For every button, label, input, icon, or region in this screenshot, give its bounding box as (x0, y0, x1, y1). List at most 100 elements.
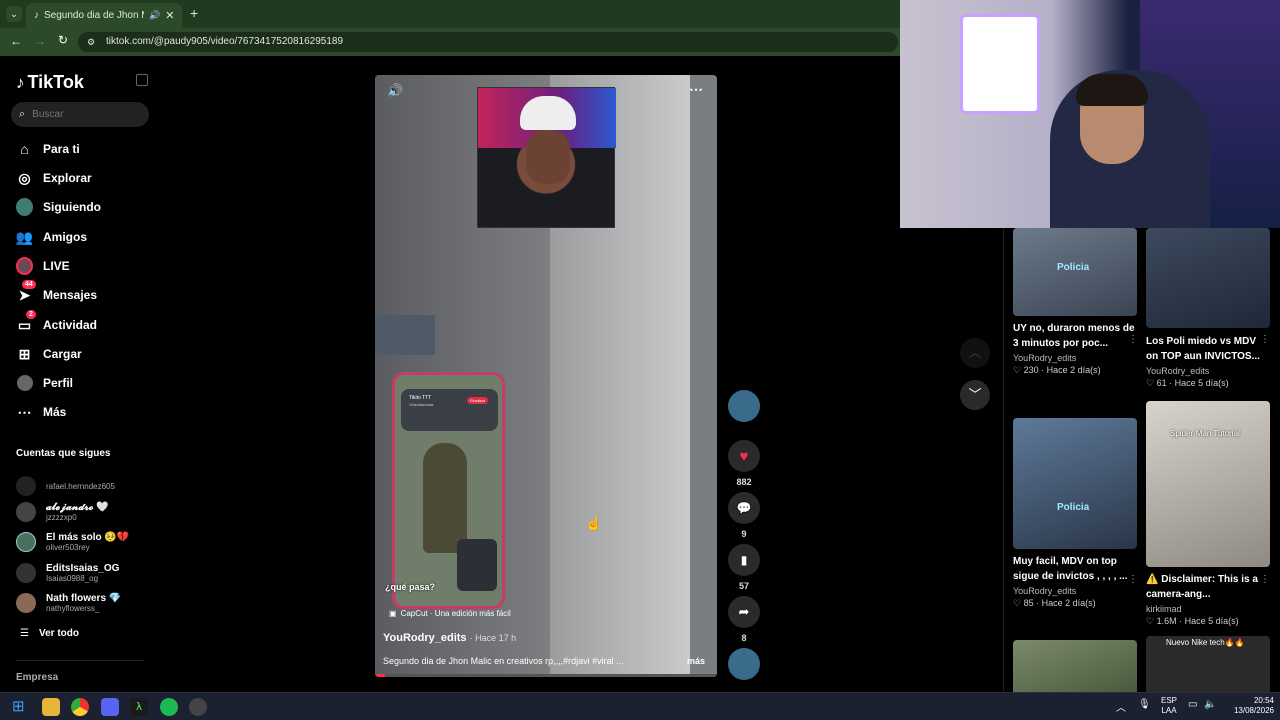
nav-siguiendo[interactable]: Siguiendo (16, 196, 101, 218)
nav-actividad[interactable]: ▭ 2 Actividad (16, 309, 97, 336)
related-video-card[interactable]: Los Poli miedo vs MDV on TOP aun INVICTO… (1146, 228, 1270, 389)
next-video-button[interactable]: ﹀ (960, 380, 990, 410)
activity-badge: 2 (26, 309, 36, 319)
followed-account[interactable]: El más solo 🥺💔 oliver503rey (16, 532, 129, 552)
profile-icon (16, 375, 33, 392)
like-count: 882 (736, 477, 752, 487)
avatar (16, 476, 36, 496)
related-video-card[interactable]: Policia Muy facil, MDV on top sigue de i… (1013, 418, 1137, 609)
tab-list-icon[interactable]: ⌄ (6, 6, 22, 22)
card-menu-icon[interactable]: ⋮ (1260, 334, 1270, 345)
url-field[interactable]: ⚙ tiktok.com/@paudy905/video/76734175208… (78, 32, 898, 52)
search-input[interactable] (32, 109, 133, 120)
avatar (728, 390, 760, 422)
app-icon[interactable] (189, 698, 207, 716)
save-count: 57 (738, 581, 749, 591)
app-icon[interactable]: λ (130, 698, 148, 716)
followed-account[interactable]: Nath flowers 💎 nathyflowerss_ (16, 593, 121, 613)
forward-icon[interactable]: → (34, 34, 46, 48)
windows-taskbar: ⊞ λ ︿ 🎙 ESP LAA ▭ 🔈 20:54 13/08/2026 (0, 692, 1280, 720)
comment-count: 9 (741, 529, 747, 539)
collapse-sidebar-icon[interactable] (136, 74, 148, 86)
browser-tab[interactable]: ♪ Segundo dia de Jhon Malic 🔊 ✕ (26, 3, 182, 28)
heart-outline-icon: ♡ (1013, 598, 1022, 608)
live-icon (16, 257, 33, 275)
like-button[interactable]: ♥ 882 (728, 440, 760, 487)
related-video-card[interactable]: Spider-Man Tutorial ⚠️ Disclaimer: This … (1146, 401, 1270, 627)
following-section-title: Cuentas que sigues (16, 448, 111, 459)
upload-icon: ⊞ (18, 345, 31, 362)
card-menu-icon[interactable]: ⋮ (1128, 574, 1138, 585)
chevron-down-icon: ﹀ (968, 387, 982, 402)
windows-start-icon[interactable]: ⊞ (12, 698, 30, 716)
save-button[interactable]: ▮ 57 (728, 544, 760, 591)
clock[interactable]: 20:54 13/08/2026 (1222, 696, 1274, 716)
nav-cargar[interactable]: ⊞ Cargar (16, 343, 82, 365)
url-text: tiktok.com/@paudy905/video/7673417520816… (106, 36, 344, 47)
discord-icon[interactable] (101, 698, 119, 716)
nav-mensajes[interactable]: ➤ 44 Mensajes (16, 279, 97, 306)
tiktok-logo[interactable]: ♪ TikTok (16, 72, 84, 93)
capcut-label[interactable]: ▣ CapCut · Una edición más fácil (389, 609, 511, 618)
spotify-icon[interactable] (160, 698, 178, 716)
file-explorer-icon[interactable] (42, 698, 60, 716)
video-thumbnail[interactable] (1013, 640, 1137, 692)
browser-tab-bar: ⌄ ♪ Segundo dia de Jhon Malic 🔊 ✕ + (0, 0, 900, 28)
video-thumbnail (1146, 228, 1270, 328)
followed-account[interactable]: 𝓪𝓵𝓮𝓳𝓪𝓷𝓭𝓻𝓸 🤍 jzzzzxp0 (16, 502, 109, 522)
video-time-ago: Hace 17 h (475, 633, 517, 643)
nav-explorar[interactable]: ◎ Explorar (16, 167, 91, 189)
more-icon: ⋯ (17, 403, 32, 420)
overlay-question: ¿qué pasa? (385, 582, 436, 592)
comment-button[interactable]: 💬 9 (728, 492, 760, 539)
video-progress-bar[interactable] (375, 674, 717, 677)
video-thumbnail[interactable]: Nuevo Nike tech🔥🔥 (1146, 636, 1270, 692)
nav-live[interactable]: LIVE (16, 255, 70, 277)
followed-account[interactable]: EditsIsaias_OG Isaias0988_og (16, 563, 119, 583)
avatar (16, 563, 36, 583)
footer-empresa[interactable]: Empresa (16, 672, 58, 683)
site-info-icon[interactable]: ⚙ (87, 32, 95, 52)
avatar (16, 593, 36, 613)
share-button[interactable]: ➦ 8 (728, 596, 760, 643)
tab-audio-icon[interactable]: 🔊 (149, 10, 160, 21)
followed-account[interactable]: rafael.hernndez605 (16, 476, 115, 496)
nav-para-ti[interactable]: ⌂ Para ti (16, 138, 79, 160)
character-figure (423, 443, 467, 553)
search-box[interactable]: ⌕ (11, 102, 149, 127)
video-author: YouRodry_edits (383, 632, 467, 644)
friends-icon: 👥 (15, 228, 34, 245)
cap-graphic (520, 96, 576, 130)
tray-chevron-icon[interactable]: ︿ (1116, 699, 1126, 714)
more-options-icon[interactable]: ⋯ (689, 81, 703, 98)
nav-perfil[interactable]: Perfil (16, 372, 73, 394)
author-avatar-button[interactable] (728, 390, 760, 422)
video-player[interactable]: 🔊 ⋯ Tikito TTT Videollamada Finalizar ¿q… (375, 75, 717, 677)
related-video-card[interactable]: Policia UY no, duraron menos de 3 minuto… (1013, 228, 1137, 376)
music-disc-button[interactable] (728, 648, 760, 680)
new-tab-icon[interactable]: + (190, 5, 198, 21)
nav-amigos[interactable]: 👥 Amigos (16, 226, 87, 248)
microphone-icon[interactable]: 🎙 (1138, 699, 1151, 710)
previous-video-button[interactable]: ︿ (960, 338, 990, 368)
more-caption-link[interactable]: más (687, 656, 705, 666)
card-menu-icon[interactable]: ⋮ (1260, 574, 1270, 585)
video-author-line[interactable]: YouRodry_edits · Hace 17 h (383, 632, 516, 644)
comment-icon: 💬 (736, 501, 752, 515)
messages-badge: 44 (22, 279, 36, 289)
network-icon[interactable]: ▭ (1188, 699, 1197, 710)
back-icon[interactable]: ← (10, 34, 22, 48)
nav-mas[interactable]: ⋯ Más (16, 401, 67, 423)
heart-icon: ♥ (739, 447, 749, 465)
chrome-icon[interactable] (71, 698, 89, 716)
reload-icon[interactable]: ↻ (58, 33, 68, 47)
card-menu-icon[interactable]: ⋮ (1128, 334, 1138, 345)
following-avatar-icon (16, 198, 33, 216)
chevron-up-icon: ︿ (968, 345, 982, 360)
volume-icon[interactable]: 🔈 (1204, 699, 1216, 710)
see-all-link[interactable]: ☰ Ver todo (20, 628, 79, 639)
tab-close-icon[interactable]: ✕ (165, 9, 174, 22)
language-indicator[interactable]: ESP LAA (1161, 696, 1177, 716)
messages-icon: ➤ 44 (16, 279, 36, 304)
volume-icon[interactable]: 🔊 (387, 83, 403, 99)
